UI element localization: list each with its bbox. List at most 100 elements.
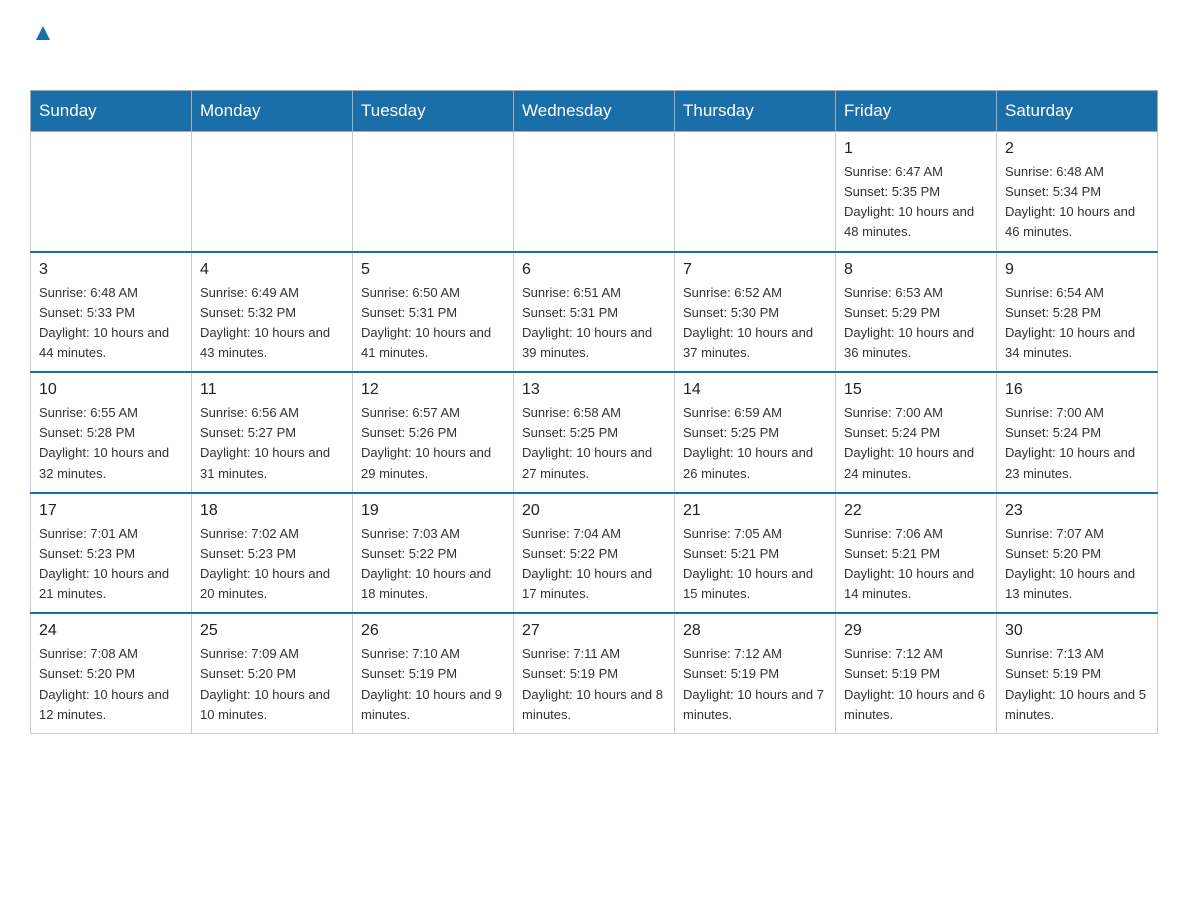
calendar-cell: 21 Sunrise: 7:05 AMSunset: 5:21 PMDayligh… [675,493,836,614]
day-info: Sunrise: 7:07 AMSunset: 5:20 PMDaylight:… [1005,524,1149,605]
calendar-cell: 27Sunrise: 7:11 AMSunset: 5:19 PMDayligh… [514,613,675,733]
calendar-cell [675,132,836,252]
calendar-week-3: 10 Sunrise: 6:55 AMSunset: 5:28 PMDayligh… [31,372,1158,493]
calendar-cell: 10 Sunrise: 6:55 AMSunset: 5:28 PMDayligh… [31,372,192,493]
day-number: 7 [683,261,827,279]
weekday-header-wednesday: Wednesday [514,91,675,132]
day-info: Sunrise: 6:58 AMSunset: 5:25 PMDaylight:… [522,403,666,484]
weekday-header-tuesday: Tuesday [353,91,514,132]
logo-triangle-icon [32,22,54,44]
day-number: 25 [200,622,344,640]
day-info: Sunrise: 7:13 AMSunset: 5:19 PMDaylight:… [1005,644,1149,725]
calendar-cell: 30 Sunrise: 7:13 AMSunset: 5:19 PMDayligh… [997,613,1158,733]
day-info: Sunrise: 7:09 AMSunset: 5:20 PMDaylight:… [200,644,344,725]
day-number: 21 [683,502,827,520]
day-number: 20 [522,502,666,520]
weekday-header-sunday: Sunday [31,91,192,132]
weekday-header-row: SundayMondayTuesdayWednesdayThursdayFrid… [31,91,1158,132]
day-info: Sunrise: 6:55 AMSunset: 5:28 PMDaylight:… [39,403,183,484]
calendar-cell: 23 Sunrise: 7:07 AMSunset: 5:20 PMDayligh… [997,493,1158,614]
calendar-cell: 25 Sunrise: 7:09 AMSunset: 5:20 PMDayligh… [192,613,353,733]
day-info: Sunrise: 7:03 AMSunset: 5:22 PMDaylight:… [361,524,505,605]
calendar-cell: 5 Sunrise: 6:50 AMSunset: 5:31 PMDaylight… [353,252,514,373]
day-info: Sunrise: 6:47 AMSunset: 5:35 PMDaylight:… [844,162,988,243]
day-info: Sunrise: 6:53 AMSunset: 5:29 PMDaylight:… [844,283,988,364]
day-number: 19 [361,502,505,520]
calendar-cell: 16 Sunrise: 7:00 AMSunset: 5:24 PMDayligh… [997,372,1158,493]
day-number: 5 [361,261,505,279]
calendar-cell: 14 Sunrise: 6:59 AMSunset: 5:25 PMDayligh… [675,372,836,493]
day-info: Sunrise: 7:12 AMSunset: 5:19 PMDaylight:… [683,644,827,725]
day-number: 4 [200,261,344,279]
day-number: 11 [200,381,344,399]
calendar-cell: 6Sunrise: 6:51 AMSunset: 5:31 PMDaylight… [514,252,675,373]
calendar-cell: 7 Sunrise: 6:52 AMSunset: 5:30 PMDaylight… [675,252,836,373]
day-info: Sunrise: 6:52 AMSunset: 5:30 PMDaylight:… [683,283,827,364]
calendar-week-1: 1 Sunrise: 6:47 AMSunset: 5:35 PMDaylight… [31,132,1158,252]
day-number: 29 [844,622,988,640]
calendar-cell [353,132,514,252]
day-number: 6 [522,261,666,279]
day-number: 16 [1005,381,1149,399]
day-info: Sunrise: 6:56 AMSunset: 5:27 PMDaylight:… [200,403,344,484]
weekday-header-monday: Monday [192,91,353,132]
calendar-week-4: 17Sunrise: 7:01 AMSunset: 5:23 PMDayligh… [31,493,1158,614]
day-info: Sunrise: 7:08 AMSunset: 5:20 PMDaylight:… [39,644,183,725]
day-number: 26 [361,622,505,640]
day-info: Sunrise: 6:49 AMSunset: 5:32 PMDaylight:… [200,283,344,364]
day-info: Sunrise: 6:48 AMSunset: 5:34 PMDaylight:… [1005,162,1149,243]
calendar-cell: 24Sunrise: 7:08 AMSunset: 5:20 PMDayligh… [31,613,192,733]
day-number: 13 [522,381,666,399]
day-info: Sunrise: 7:04 AMSunset: 5:22 PMDaylight:… [522,524,666,605]
logo [30,20,54,70]
day-info: Sunrise: 6:54 AMSunset: 5:28 PMDaylight:… [1005,283,1149,364]
calendar-cell: 26 Sunrise: 7:10 AMSunset: 5:19 PMDayligh… [353,613,514,733]
day-number: 1 [844,140,988,158]
day-info: Sunrise: 7:12 AMSunset: 5:19 PMDaylight:… [844,644,988,725]
calendar-cell: 4 Sunrise: 6:49 AMSunset: 5:32 PMDaylight… [192,252,353,373]
day-info: Sunrise: 7:00 AMSunset: 5:24 PMDaylight:… [844,403,988,484]
weekday-header-saturday: Saturday [997,91,1158,132]
day-number: 2 [1005,140,1149,158]
day-number: 22 [844,502,988,520]
day-number: 28 [683,622,827,640]
calendar-cell [192,132,353,252]
calendar-cell: 29 Sunrise: 7:12 AMSunset: 5:19 PMDayligh… [836,613,997,733]
day-number: 15 [844,381,988,399]
calendar-cell: 20 Sunrise: 7:04 AMSunset: 5:22 PMDayligh… [514,493,675,614]
day-number: 10 [39,381,183,399]
day-number: 8 [844,261,988,279]
calendar-cell: 12 Sunrise: 6:57 AMSunset: 5:26 PMDayligh… [353,372,514,493]
calendar-cell: 17Sunrise: 7:01 AMSunset: 5:23 PMDayligh… [31,493,192,614]
calendar-cell: 1 Sunrise: 6:47 AMSunset: 5:35 PMDaylight… [836,132,997,252]
day-info: Sunrise: 6:59 AMSunset: 5:25 PMDaylight:… [683,403,827,484]
day-info: Sunrise: 7:02 AMSunset: 5:23 PMDaylight:… [200,524,344,605]
day-number: 27 [522,622,666,640]
day-info: Sunrise: 7:01 AMSunset: 5:23 PMDaylight:… [39,524,183,605]
day-info: Sunrise: 6:57 AMSunset: 5:26 PMDaylight:… [361,403,505,484]
calendar-cell: 18Sunrise: 7:02 AMSunset: 5:23 PMDayligh… [192,493,353,614]
day-info: Sunrise: 7:00 AMSunset: 5:24 PMDaylight:… [1005,403,1149,484]
calendar-week-5: 24Sunrise: 7:08 AMSunset: 5:20 PMDayligh… [31,613,1158,733]
day-info: Sunrise: 7:05 AMSunset: 5:21 PMDaylight:… [683,524,827,605]
weekday-header-friday: Friday [836,91,997,132]
calendar-cell: 11 Sunrise: 6:56 AMSunset: 5:27 PMDayligh… [192,372,353,493]
calendar-cell: 8 Sunrise: 6:53 AMSunset: 5:29 PMDaylight… [836,252,997,373]
day-info: Sunrise: 6:50 AMSunset: 5:31 PMDaylight:… [361,283,505,364]
day-number: 12 [361,381,505,399]
day-number: 9 [1005,261,1149,279]
page-header [30,20,1158,70]
day-number: 30 [1005,622,1149,640]
day-number: 3 [39,261,183,279]
calendar-cell [31,132,192,252]
day-number: 23 [1005,502,1149,520]
calendar-cell: 13 Sunrise: 6:58 AMSunset: 5:25 PMDayligh… [514,372,675,493]
calendar-week-2: 3 Sunrise: 6:48 AMSunset: 5:33 PMDaylight… [31,252,1158,373]
weekday-header-thursday: Thursday [675,91,836,132]
calendar-cell: 22Sunrise: 7:06 AMSunset: 5:21 PMDayligh… [836,493,997,614]
calendar-cell: 19 Sunrise: 7:03 AMSunset: 5:22 PMDayligh… [353,493,514,614]
day-info: Sunrise: 7:10 AMSunset: 5:19 PMDaylight:… [361,644,505,725]
calendar-cell: 15 Sunrise: 7:00 AMSunset: 5:24 PMDayligh… [836,372,997,493]
day-info: Sunrise: 6:48 AMSunset: 5:33 PMDaylight:… [39,283,183,364]
day-number: 14 [683,381,827,399]
